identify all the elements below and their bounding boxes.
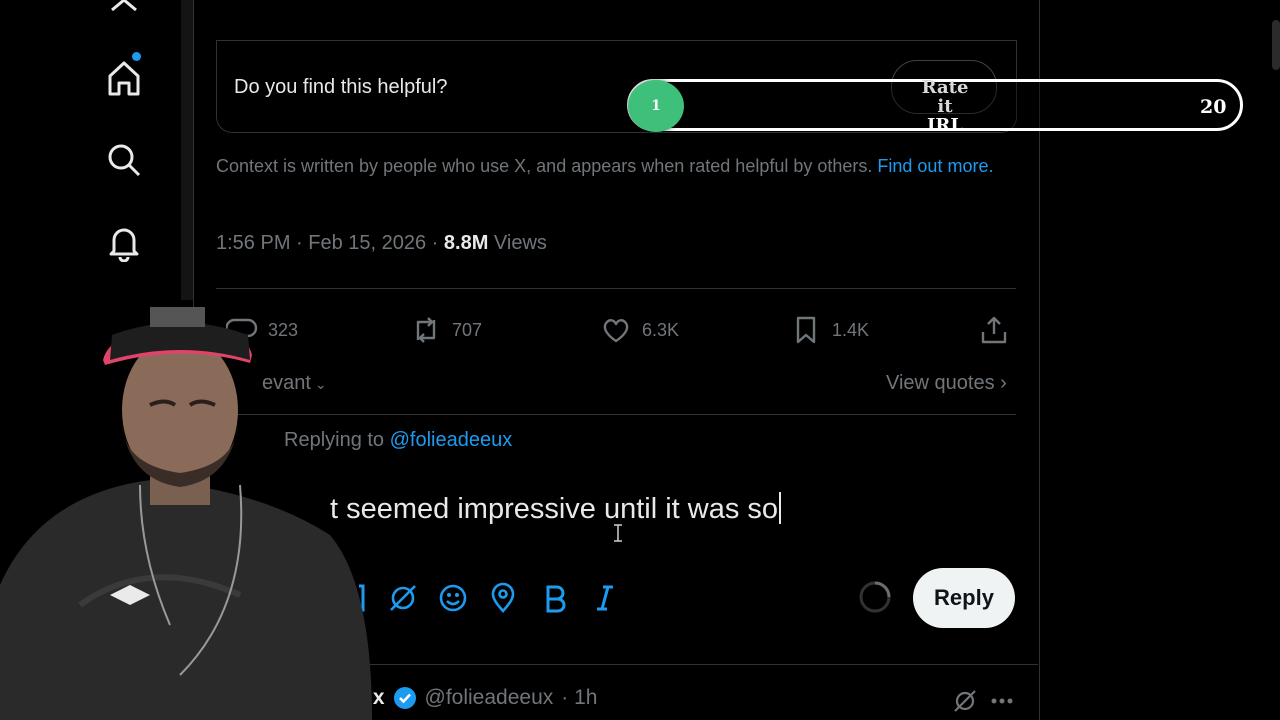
post-timestamp: 1:56 PM · Feb 15, 2026 · 8.8M Views [216, 232, 547, 255]
bookmark-icon [796, 316, 816, 344]
text-caret [779, 492, 782, 524]
slider-max-label: 20 [1200, 96, 1227, 118]
webcam-overlay [0, 307, 372, 720]
verified-badge-icon [393, 687, 416, 709]
home-notification-dot [132, 52, 141, 61]
reply-textarea[interactable]: t seemed impressive until it was so [330, 492, 782, 526]
search-icon[interactable] [104, 140, 144, 180]
note-context-text: Context is written by people who use X, … [216, 156, 993, 177]
rating-slider-knob[interactable]: 1 [628, 80, 684, 132]
grok-icon[interactable] [387, 582, 419, 614]
views-count: 8.8M [443, 232, 489, 254]
rate-line2: IRL [926, 115, 964, 136]
next-post-header: ux @folieadeeux · 1h [360, 686, 597, 710]
repost-count: 707 [452, 319, 483, 340]
bookmark-action[interactable]: 1.4K [790, 312, 869, 348]
share-icon [981, 316, 1007, 344]
reply-button[interactable]: Reply [913, 568, 1015, 628]
bookmark-count: 1.4K [832, 319, 870, 340]
grok-icon[interactable] [952, 688, 978, 714]
draft-text: t seemed impressive until it was so [330, 493, 779, 525]
rate-it-irl-label: Rate it IRL [914, 78, 976, 135]
page-scrollbar[interactable] [1272, 20, 1280, 70]
context-text: Context is written by people who use X, … [216, 156, 878, 176]
emoji-icon[interactable] [437, 582, 469, 614]
rate-line1: Rate it [921, 77, 969, 117]
ibeam-cursor-icon [614, 524, 622, 542]
view-quotes-label: View quotes [886, 372, 995, 394]
chevron-right-icon: › [994, 372, 1007, 394]
bell-icon[interactable] [104, 222, 144, 262]
italic-icon[interactable] [589, 582, 621, 614]
repost-icon [416, 317, 436, 343]
like-action[interactable]: 6.3K [600, 312, 679, 348]
share-action[interactable] [978, 312, 1010, 348]
nav-scroll-edge [181, 0, 193, 300]
view-quotes-link[interactable]: View quotes › [886, 372, 1007, 395]
post-time: 1:56 PM · Feb 15, 2026 · [216, 232, 444, 254]
divider [216, 288, 1016, 289]
character-count-ring [859, 581, 891, 613]
post-age: · 1h [561, 686, 598, 709]
home-icon[interactable] [104, 58, 144, 98]
replying-handle-link[interactable]: @folieadeeux [390, 429, 513, 451]
location-icon[interactable] [487, 582, 519, 614]
find-out-more-link[interactable]: Find out more. [877, 156, 993, 176]
like-count: 6.3K [642, 319, 680, 340]
x-logo-icon[interactable] [104, 0, 144, 28]
author-handle[interactable]: @folieadeeux [425, 686, 554, 710]
repost-action[interactable]: 707 [410, 312, 482, 348]
heart-icon [603, 319, 629, 343]
views-label: Views [488, 232, 547, 254]
bold-icon[interactable] [539, 582, 571, 614]
more-options-icon[interactable] [990, 696, 1014, 706]
note-helpful-question: Do you find this helpful? [234, 76, 448, 98]
